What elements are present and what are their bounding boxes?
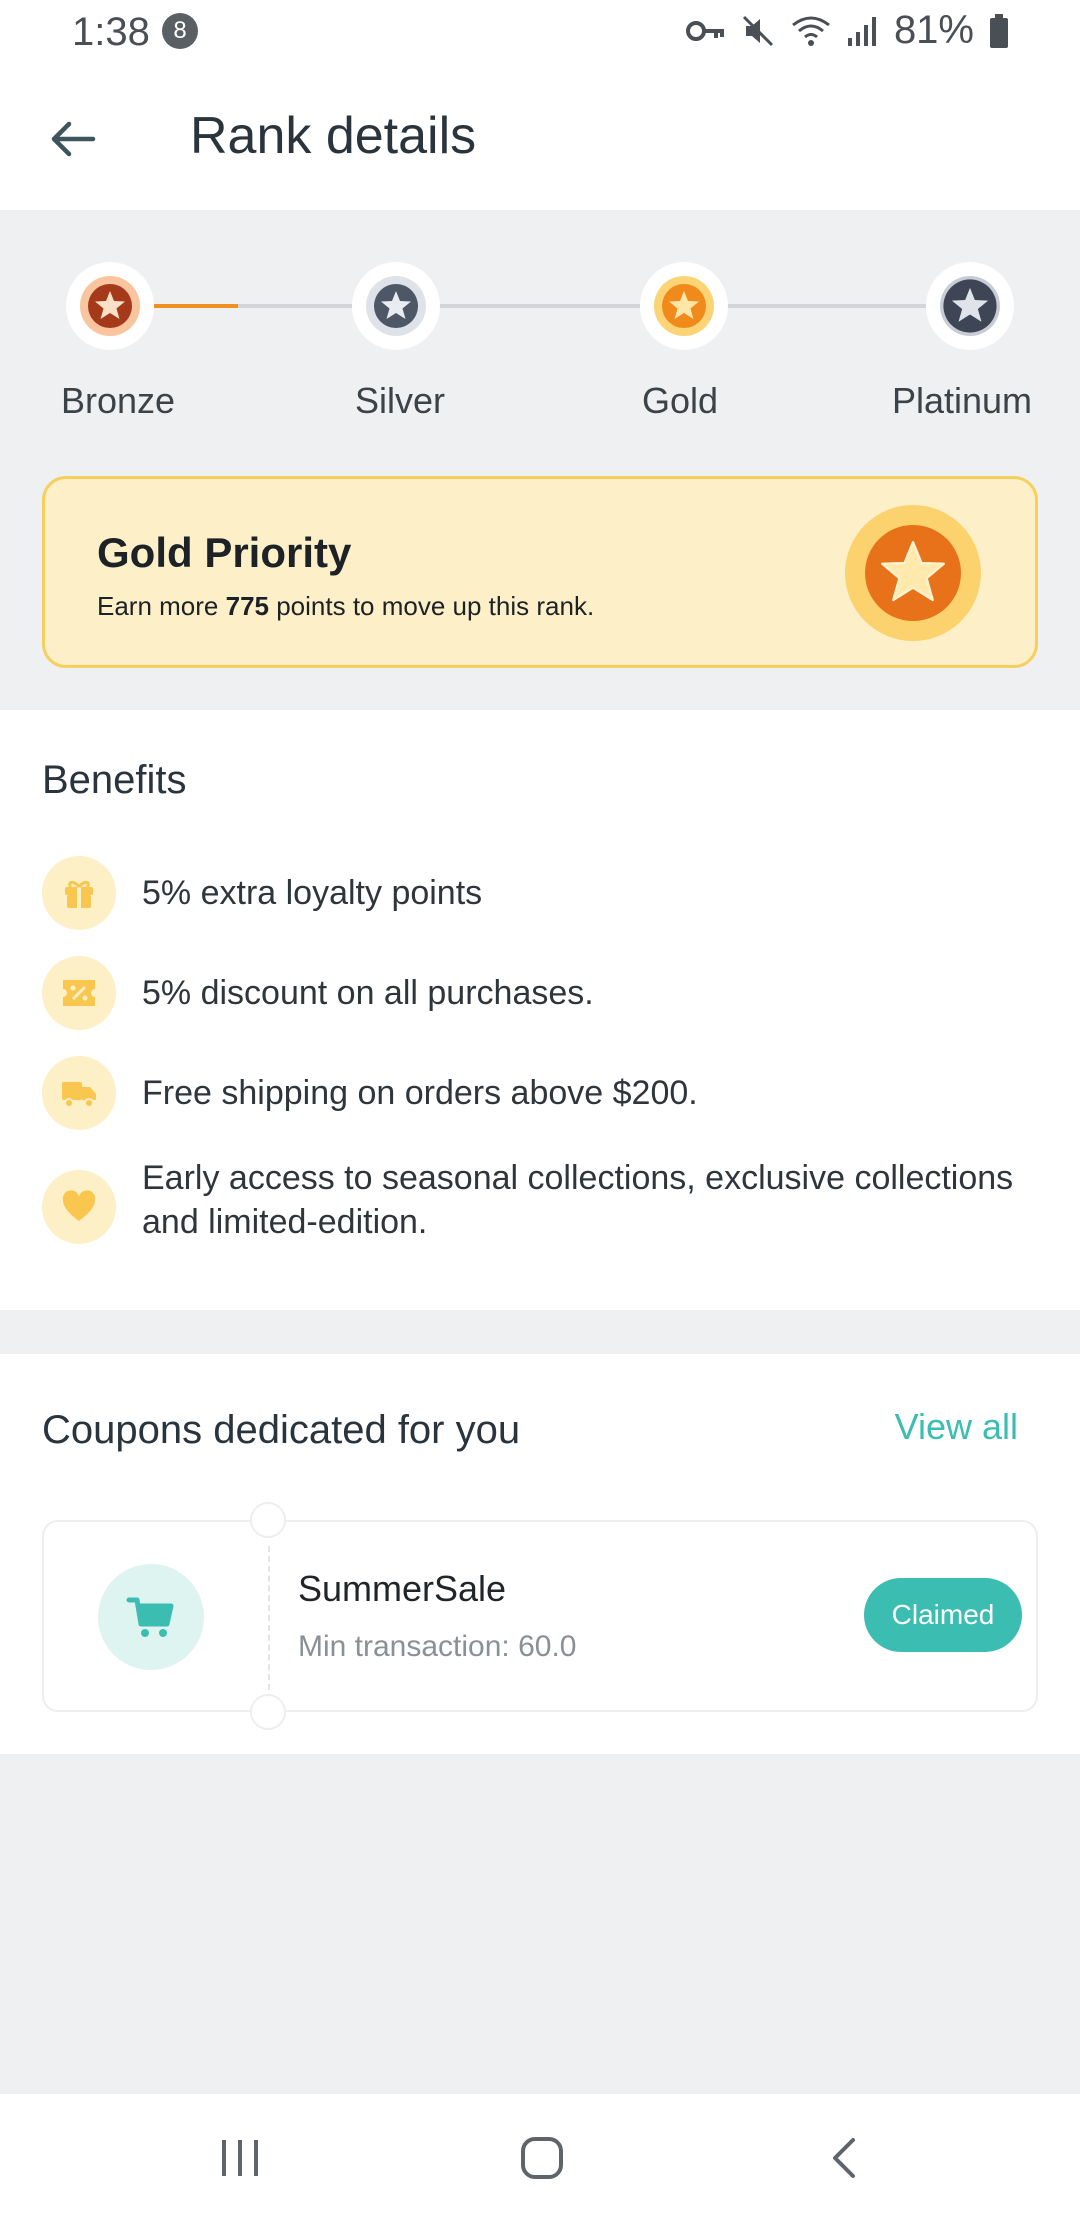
- benefit-item: 5% discount on all purchases.: [42, 956, 1022, 1030]
- rank-node-silver: [352, 262, 440, 350]
- coupon-notch-bottom: [250, 1694, 286, 1730]
- rank-label-bronze: Bronze: [60, 380, 176, 421]
- coupon-divider: [268, 1546, 270, 1690]
- notification-count-badge: 8: [162, 13, 198, 49]
- page-title: Rank details: [190, 107, 477, 165]
- progress-line-silver-gold: [438, 304, 640, 308]
- points-to-next-rank: Earn more 775 points to move up this ran…: [97, 591, 594, 622]
- key-icon: [685, 20, 724, 41]
- current-rank-card: Gold Priority Earn more 775 points to mo…: [42, 476, 1038, 668]
- signal-icon: [847, 16, 876, 46]
- benefit-text: 5% discount on all purchases.: [142, 974, 594, 1012]
- rank-node-gold: [640, 262, 728, 350]
- heart-icon: [42, 1170, 116, 1244]
- gift-icon: [42, 856, 116, 930]
- cart-icon: [98, 1564, 204, 1670]
- app-bar: Rank details: [0, 66, 1080, 210]
- coupon-name: SummerSale: [298, 1568, 507, 1609]
- progress-line-gold-platinum: [726, 304, 926, 308]
- system-navigation-bar: [0, 2094, 1080, 2220]
- view-all-link[interactable]: View all: [895, 1406, 1018, 1448]
- benefits-title: Benefits: [42, 758, 187, 802]
- coupon-card[interactable]: SummerSale Min transaction: 60.0 Claimed: [42, 1502, 1038, 1730]
- rank-label-silver: Silver: [354, 380, 446, 421]
- recent-apps-icon: [222, 2140, 258, 2176]
- rank-node-bronze: [66, 262, 154, 350]
- rank-node-platinum: [926, 262, 1014, 350]
- benefit-text: Free shipping on orders above $200.: [142, 1074, 698, 1112]
- benefits-section: Benefits 5% extra loyalty points 5% disc…: [0, 710, 1080, 1310]
- gold-star-badge-inner: [865, 525, 961, 621]
- progress-line-filled: [154, 304, 238, 308]
- benefit-item: Free shipping on orders above $200.: [42, 1056, 1022, 1130]
- nav-back-button[interactable]: [804, 2128, 884, 2188]
- status-time: 1:38: [72, 10, 150, 54]
- truck-icon: [42, 1056, 116, 1130]
- silver-medal-icon: [366, 276, 426, 336]
- points-text-prefix: Earn more: [97, 591, 226, 621]
- benefit-text: Early access to seasonal collections, ex…: [142, 1159, 1014, 1241]
- benefit-item: Early access to seasonal collections, ex…: [42, 1156, 1022, 1244]
- current-rank-title: Gold Priority: [97, 529, 352, 576]
- status-icons: 81%: [685, 8, 1010, 53]
- points-value: 775: [225, 591, 269, 621]
- platinum-medal-icon: [940, 276, 1000, 336]
- mute-icon: [742, 15, 773, 46]
- coupons-title: Coupons dedicated for you: [42, 1408, 521, 1452]
- benefit-text: 5% extra loyalty points: [142, 874, 483, 912]
- rank-label-platinum: Platinum: [891, 380, 1033, 421]
- bronze-medal-icon: [80, 276, 140, 336]
- wifi-icon: [792, 16, 830, 46]
- gold-medal-icon: [654, 276, 714, 336]
- battery-percent: 81%: [893, 8, 974, 52]
- home-icon: [521, 2137, 563, 2179]
- coupons-section: Coupons dedicated for you View all Summe…: [0, 1354, 1080, 1754]
- points-text-suffix: points to move up this rank.: [269, 591, 595, 621]
- claimed-button[interactable]: Claimed: [864, 1578, 1022, 1652]
- ticket-icon: [42, 956, 116, 1030]
- gold-star-badge-icon: [845, 505, 981, 641]
- rank-progress: Bronze Silver Gold Platinum Gold Priorit…: [0, 210, 1080, 710]
- battery-icon: [990, 13, 1008, 48]
- status-bar: 1:38 8 81%: [0, 0, 1080, 66]
- rank-label-gold: Gold: [641, 380, 719, 421]
- chevron-left-icon: [833, 2138, 855, 2178]
- arrow-left-icon: [51, 121, 96, 157]
- coupon-min-transaction: Min transaction: 60.0: [298, 1630, 577, 1663]
- recent-apps-button[interactable]: [200, 2128, 280, 2188]
- progress-line-bronze-silver: [238, 304, 354, 308]
- back-button[interactable]: [38, 104, 108, 174]
- coupon-notch-top: [250, 1502, 286, 1538]
- home-button[interactable]: [502, 2128, 582, 2188]
- benefit-item: 5% extra loyalty points: [42, 856, 1022, 930]
